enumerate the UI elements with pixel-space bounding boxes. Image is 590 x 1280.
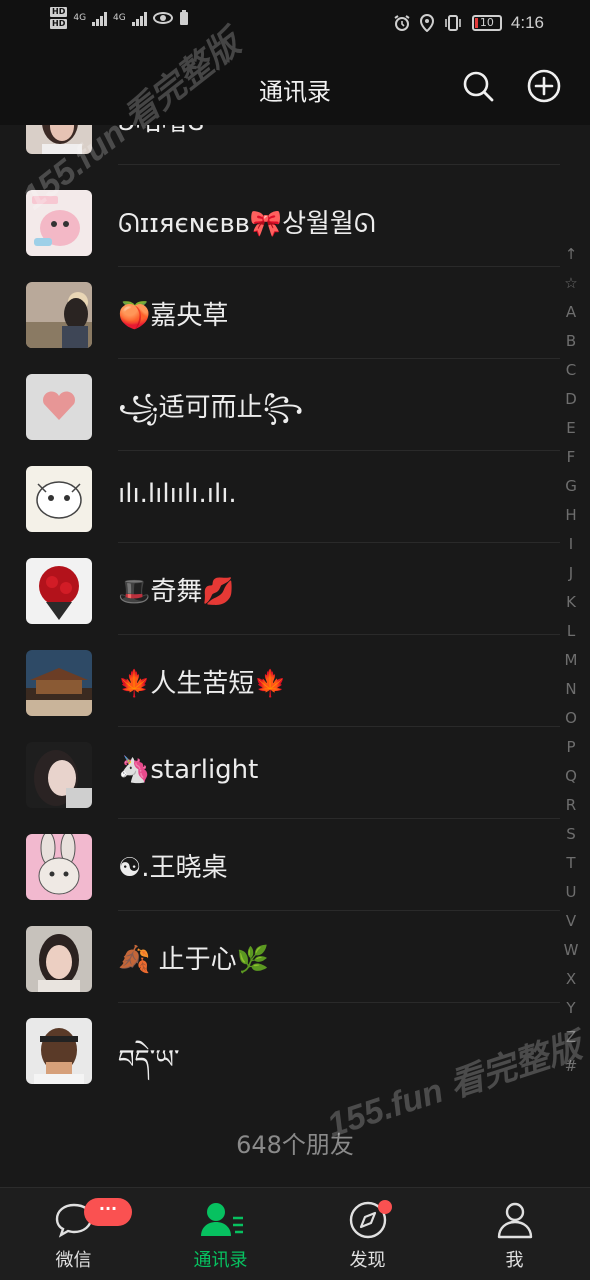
person-icon — [497, 1202, 533, 1239]
alphabet-letter[interactable]: H — [559, 501, 583, 530]
alphabet-index[interactable]: ↑ ☆ A B C D E F G H I J K L M N O P Q R S T U V W X Y Z # — [559, 240, 583, 1081]
contact-name: 🎩奇舞💋 — [118, 577, 235, 607]
notification-dot — [378, 1200, 392, 1214]
alphabet-letter[interactable]: T — [559, 849, 583, 878]
search-button[interactable] — [460, 68, 496, 104]
eye-comfort-icon — [152, 12, 173, 24]
clock: 4:16 — [510, 13, 544, 32]
alphabet-letter[interactable]: P — [559, 733, 583, 762]
contact-row[interactable]: ᘏɪɪяєɴєʙʙ🎀상월월ᘏ — [0, 175, 560, 267]
avatar — [26, 1018, 92, 1084]
add-circle-icon — [527, 69, 561, 103]
contact-row[interactable]: 🎩奇舞💋 — [0, 543, 560, 635]
contact-row[interactable]: 🍑嘉央草 — [0, 267, 560, 359]
contact-row[interactable]: 🍂 止于心🌿 — [0, 911, 560, 1003]
contact-name: 🍑嘉央草 — [118, 301, 229, 331]
avatar — [26, 742, 92, 808]
alphabet-letter[interactable]: S — [559, 820, 583, 849]
contact-name: 🦄starlight — [118, 755, 259, 785]
avatar — [26, 650, 92, 716]
contacts-icon — [201, 1203, 243, 1236]
contact-name: ꧁适可而止꧂ — [118, 393, 304, 423]
tab-label: 微信 — [55, 1250, 92, 1271]
hd-badge: HD — [50, 7, 68, 17]
avatar — [26, 374, 92, 440]
alphabet-letter[interactable]: ↑ — [559, 240, 583, 269]
tab-discover[interactable]: 发现 — [294, 1188, 441, 1280]
alphabet-letter[interactable]: D — [559, 385, 583, 414]
alphabet-letter[interactable]: W — [559, 936, 583, 965]
avatar — [26, 834, 92, 900]
tab-chats[interactable]: ··· 微信 — [0, 1188, 147, 1280]
alphabet-letter[interactable]: C — [559, 356, 583, 385]
contact-row[interactable]: ☯.王晓桌 — [0, 819, 560, 911]
page-title: 通讯录 — [259, 78, 331, 106]
contact-row[interactable]: 🦄starlight — [0, 727, 560, 819]
contact-list[interactable]: ʚ咕噜ɞ ᘏɪɪяєɴєʙʙ🎀상월월ᘏ 🍑嘉央草 ꧁适可而止꧂ ılı.lılı… — [0, 125, 590, 1187]
unread-badge: ··· — [84, 1198, 132, 1226]
alphabet-letter[interactable]: M — [559, 646, 583, 675]
add-button[interactable] — [526, 68, 562, 104]
contact-name: 🍁人生苦短🍁 — [118, 669, 287, 699]
contact-name: 🍂 止于心🌿 — [118, 945, 270, 975]
top-header: 通讯录 — [0, 50, 590, 125]
row-divider — [118, 164, 560, 165]
status-bar: HD HD 4G 4G 10 4:16 — [0, 0, 590, 50]
alphabet-letter[interactable]: J — [559, 559, 583, 588]
hd-badge: HD — [50, 19, 68, 29]
tab-label: 我 — [505, 1250, 524, 1271]
alphabet-letter[interactable]: ☆ — [559, 269, 583, 298]
alphabet-letter[interactable]: R — [559, 791, 583, 820]
alarm-icon — [394, 15, 410, 31]
alphabet-letter[interactable]: E — [559, 414, 583, 443]
avatar — [26, 466, 92, 532]
contact-row[interactable]: ꧁适可而止꧂ — [0, 359, 560, 451]
tab-me[interactable]: 我 — [441, 1188, 588, 1280]
alphabet-letter[interactable]: Q — [559, 762, 583, 791]
bottom-tab-bar: ··· 微信 通讯录 发现 我 — [0, 1187, 590, 1280]
avatar — [26, 558, 92, 624]
alphabet-letter[interactable]: K — [559, 588, 583, 617]
search-icon — [463, 71, 494, 102]
alphabet-letter[interactable]: B — [559, 327, 583, 356]
contact-row[interactable]: ılı.lılıılı.ılı. — [0, 451, 560, 543]
location-icon — [419, 14, 434, 32]
alphabet-letter[interactable]: O — [559, 704, 583, 733]
avatar — [26, 282, 92, 348]
signal-icon — [131, 10, 147, 26]
alphabet-letter[interactable]: I — [559, 530, 583, 559]
contact-name: ᘏɪɪяєɴєʙʙ🎀상월월ᘏ — [118, 209, 376, 239]
friend-count: 648个朋友 — [236, 1131, 354, 1159]
battery-icon: 10 — [471, 15, 502, 31]
contact-name: ☯.王晓桌 — [118, 853, 228, 883]
alphabet-letter[interactable]: N — [559, 675, 583, 704]
alphabet-letter[interactable]: L — [559, 617, 583, 646]
contact-row[interactable]: 🍁人生苦短🍁 — [0, 635, 560, 727]
contact-name: ılı.lılıılı.ılı. — [118, 479, 237, 509]
alphabet-letter[interactable]: F — [559, 443, 583, 472]
tab-label: 发现 — [349, 1250, 386, 1271]
alphabet-letter[interactable]: V — [559, 907, 583, 936]
signal-icon — [92, 10, 108, 26]
avatar — [26, 926, 92, 992]
tab-contacts[interactable]: 通讯录 — [147, 1188, 294, 1280]
battery-saver-icon — [179, 10, 188, 25]
status-left: HD HD 4G 4G — [50, 7, 189, 29]
alphabet-letter[interactable]: G — [559, 472, 583, 501]
alphabet-letter[interactable]: A — [559, 298, 583, 327]
status-right: 10 4:16 — [393, 13, 544, 33]
vibrate-icon — [445, 15, 461, 31]
contact-name: བདེ་ཡ་ — [118, 1045, 180, 1075]
alphabet-letter[interactable]: U — [559, 878, 583, 907]
network-type: 4G — [73, 13, 87, 23]
network-type: 4G — [113, 13, 126, 23]
tab-label: 通讯录 — [193, 1250, 248, 1271]
alphabet-letter[interactable]: X — [559, 965, 583, 994]
